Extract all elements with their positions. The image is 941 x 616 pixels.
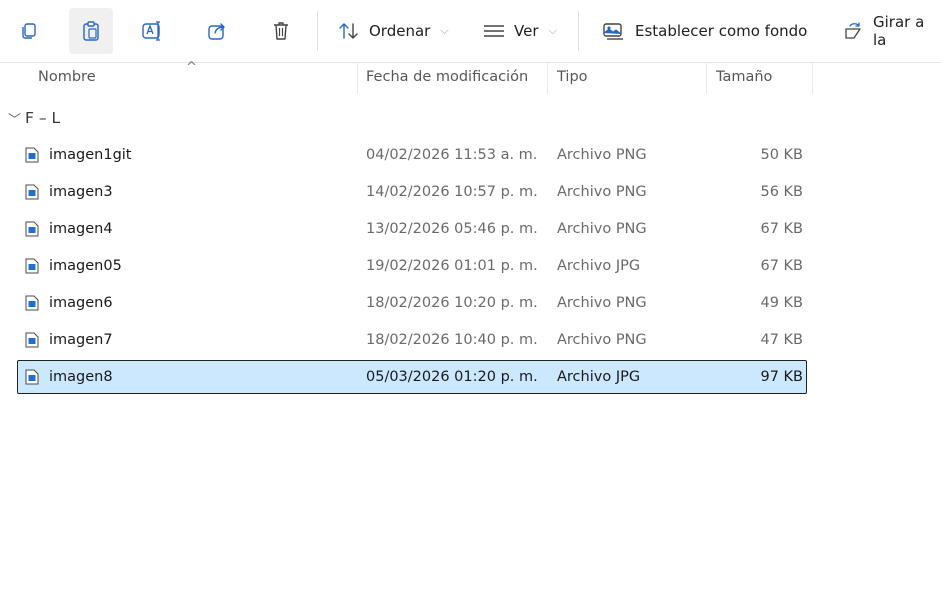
chevron-down-icon: ⌵ (440, 24, 449, 37)
file-name: imagen3 (49, 184, 113, 200)
file-size: 47 KB (760, 332, 803, 348)
file-date: 18/02/2026 10:40 p. m. (366, 332, 538, 348)
file-size: 50 KB (760, 147, 803, 163)
view-button[interactable]: Ver ⌵ (483, 14, 557, 48)
image-file-icon (25, 369, 39, 385)
file-name: imagen1git (49, 147, 132, 163)
rename-icon (141, 21, 165, 41)
file-row[interactable]: imagen3 14/02/2026 10:57 p. m. Archivo PNG… (17, 175, 807, 209)
group-label: F – L (25, 109, 61, 127)
file-row[interactable]: imagen7 18/02/2026 10:40 p. m. Archivo PNG… (17, 323, 807, 357)
file-row[interactable]: imagen8 05/03/2026 01:20 p. m. Archivo JPG… (17, 360, 807, 394)
file-date: 13/02/2026 05:46 p. m. (366, 221, 538, 237)
file-name: imagen7 (49, 332, 113, 348)
file-row[interactable]: imagen05 19/02/2026 01:01 p. m. Archivo JP… (17, 249, 807, 283)
file-size: 56 KB (760, 184, 803, 200)
copy-button[interactable] (7, 8, 51, 54)
rotate-button[interactable]: Girar a la (842, 13, 941, 49)
file-type: Archivo PNG (557, 147, 647, 163)
file-name: imagen05 (49, 258, 122, 274)
image-file-icon (25, 221, 39, 237)
file-name: imagen4 (49, 221, 113, 237)
column-divider[interactable] (812, 62, 813, 94)
set-as-background-label: Establecer como fondo (635, 22, 808, 40)
file-type: Archivo PNG (557, 221, 647, 237)
file-date: 14/02/2026 10:57 p. m. (366, 184, 538, 200)
column-divider[interactable] (706, 62, 707, 94)
file-row[interactable]: imagen1git 04/02/2026 11:53 a. m. Archivo … (17, 138, 807, 172)
file-type: Archivo PNG (557, 184, 647, 200)
file-date: 18/02/2026 10:20 p. m. (366, 295, 538, 311)
file-name: imagen8 (49, 369, 113, 385)
chevron-down-icon[interactable]: ﹀ (8, 109, 21, 128)
set-as-background-button[interactable]: Establecer como fondo (602, 14, 807, 48)
wallpaper-icon (602, 21, 626, 41)
group-header[interactable]: ﹀ F – L (8, 106, 60, 130)
image-file-icon (25, 258, 39, 274)
chevron-down-icon: ⌵ (548, 24, 557, 37)
file-size: 49 KB (760, 295, 803, 311)
file-row[interactable]: imagen4 13/02/2026 05:46 p. m. Archivo PNG… (17, 212, 807, 246)
file-name: imagen6 (49, 295, 113, 311)
file-date: 19/02/2026 01:01 p. m. (366, 258, 538, 274)
sort-button[interactable]: Ordenar ⌵ (338, 14, 449, 48)
sort-ascending-icon: ^ (186, 60, 197, 75)
image-file-icon (25, 332, 39, 348)
command-bar: Ordenar ⌵ Ver ⌵ Establecer como fondo Gi… (0, 0, 941, 63)
image-file-icon (25, 184, 39, 200)
file-row[interactable]: imagen6 18/02/2026 10:20 p. m. Archivo PNG… (17, 286, 807, 320)
file-size: 67 KB (760, 221, 803, 237)
column-header-name[interactable]: Nombre (38, 62, 96, 94)
rotate-label: Girar a la (873, 13, 925, 49)
rename-button[interactable] (131, 8, 175, 54)
view-label: Ver (514, 22, 539, 40)
column-header-type[interactable]: Tipo (557, 62, 588, 94)
trash-icon (271, 20, 291, 42)
file-date: 05/03/2026 01:20 p. m. (366, 369, 538, 385)
delete-button[interactable] (259, 8, 303, 54)
file-size: 67 KB (760, 258, 803, 274)
file-type: Archivo JPG (557, 258, 641, 274)
column-header-date[interactable]: Fecha de modificación (366, 62, 528, 94)
paste-icon (81, 20, 101, 42)
sort-icon (338, 21, 360, 41)
share-button[interactable] (196, 8, 240, 54)
file-size: 97 KB (760, 369, 803, 385)
image-file-icon (25, 147, 39, 163)
copy-icon (19, 21, 39, 41)
share-icon (207, 21, 229, 41)
sort-label: Ordenar (369, 22, 431, 40)
toolbar-separator (317, 11, 318, 51)
toolbar-separator (578, 11, 579, 51)
column-divider[interactable] (357, 62, 358, 94)
file-type: Archivo PNG (557, 332, 647, 348)
view-list-icon (483, 23, 505, 39)
file-type: Archivo JPG (557, 369, 641, 385)
column-divider[interactable] (547, 62, 548, 94)
file-date: 04/02/2026 11:53 a. m. (366, 147, 538, 163)
rotate-icon (842, 21, 864, 41)
image-file-icon (25, 295, 39, 311)
paste-button[interactable] (69, 8, 113, 54)
column-header-size[interactable]: Tamaño (716, 62, 772, 94)
file-type: Archivo PNG (557, 295, 647, 311)
